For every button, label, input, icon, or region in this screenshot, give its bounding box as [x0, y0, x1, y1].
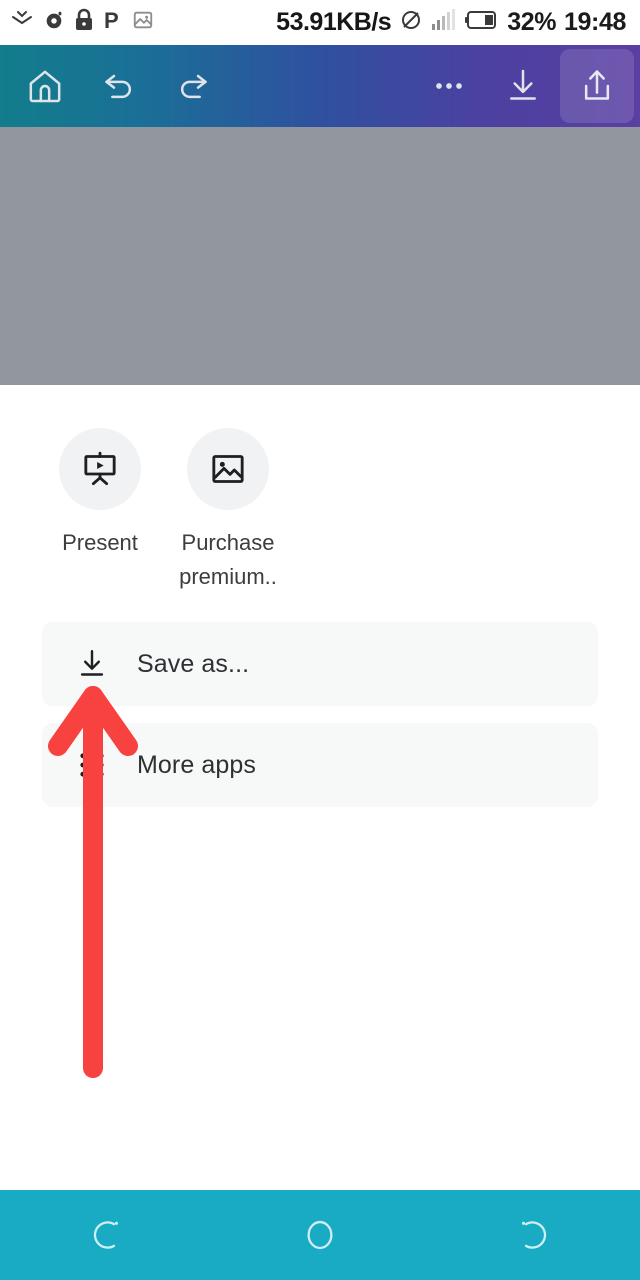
- download-icon: [72, 647, 112, 681]
- network-speed-text: 53.91KB/s: [276, 8, 392, 36]
- download-icon: [503, 66, 543, 106]
- present-button-circle[interactable]: [59, 428, 141, 510]
- alarm-icon: [43, 9, 65, 36]
- present-screen-icon: [80, 449, 120, 489]
- back-icon: [86, 1214, 128, 1256]
- svg-text:P: P: [104, 8, 119, 32]
- battery-icon: [465, 10, 499, 35]
- toolbar-more-options-button[interactable]: [412, 49, 486, 123]
- toolbar-redo-button[interactable]: [156, 49, 230, 123]
- status-bar-left-icons: P: [10, 8, 154, 37]
- list-item-save-as-label: Save as...: [137, 649, 250, 678]
- toolbar-home-button[interactable]: [8, 49, 82, 123]
- parking-p-icon: P: [103, 8, 123, 37]
- lock-icon: [74, 8, 94, 37]
- signal-bars-icon: [431, 9, 457, 36]
- quick-action-present[interactable]: Present: [36, 428, 164, 560]
- redo-icon: [173, 66, 213, 106]
- bottom-sheet: Present Purchase premium.. Save as... Mo…: [0, 385, 640, 1190]
- apps-grid-icon: [72, 748, 112, 782]
- nav-back-button[interactable]: [0, 1190, 213, 1280]
- missed-call-icon: [10, 8, 34, 37]
- battery-percent-text: 32%: [507, 8, 557, 36]
- nav-home-button[interactable]: [213, 1190, 426, 1280]
- undo-icon: [99, 66, 139, 106]
- image-picture-icon: [208, 449, 248, 489]
- list-item-more-apps-label: More apps: [137, 750, 257, 779]
- recents-icon: [512, 1214, 554, 1256]
- quick-action-present-label: Present: [62, 530, 138, 555]
- sheet-action-list: Save as... More apps: [42, 622, 598, 824]
- list-item-more-apps[interactable]: More apps: [42, 723, 598, 807]
- purchase-premium-button-circle[interactable]: [187, 428, 269, 510]
- status-bar: P 53.91KB/s 32% 19:48: [0, 0, 640, 45]
- document-canvas[interactable]: [0, 127, 640, 385]
- quick-action-purchase-premium[interactable]: Purchase premium..: [164, 428, 292, 594]
- screenshot-image-icon: [132, 9, 154, 36]
- toolbar-undo-button[interactable]: [82, 49, 156, 123]
- nav-recents-button[interactable]: [427, 1190, 640, 1280]
- more-options-icon: [429, 66, 469, 106]
- share-export-icon: [577, 66, 617, 106]
- system-navigation-bar: [0, 1190, 640, 1280]
- home-icon: [25, 66, 65, 106]
- home-circle-icon: [299, 1214, 341, 1256]
- toolbar-download-button[interactable]: [486, 49, 560, 123]
- list-item-save-as[interactable]: Save as...: [42, 622, 598, 706]
- phone-screen: P 53.91KB/s 32% 19:48 Present Purchase p…: [0, 0, 640, 1280]
- quick-actions-row: Present Purchase premium..: [0, 428, 640, 594]
- app-toolbar: [0, 45, 640, 127]
- mute-vibrate-off-icon: [399, 8, 423, 37]
- quick-action-purchase-premium-label: Purchase premium..: [179, 530, 277, 589]
- toolbar-share-button[interactable]: [560, 49, 634, 123]
- status-bar-right: 53.91KB/s 32% 19:48: [276, 8, 626, 37]
- clock-text: 19:48: [564, 8, 626, 36]
